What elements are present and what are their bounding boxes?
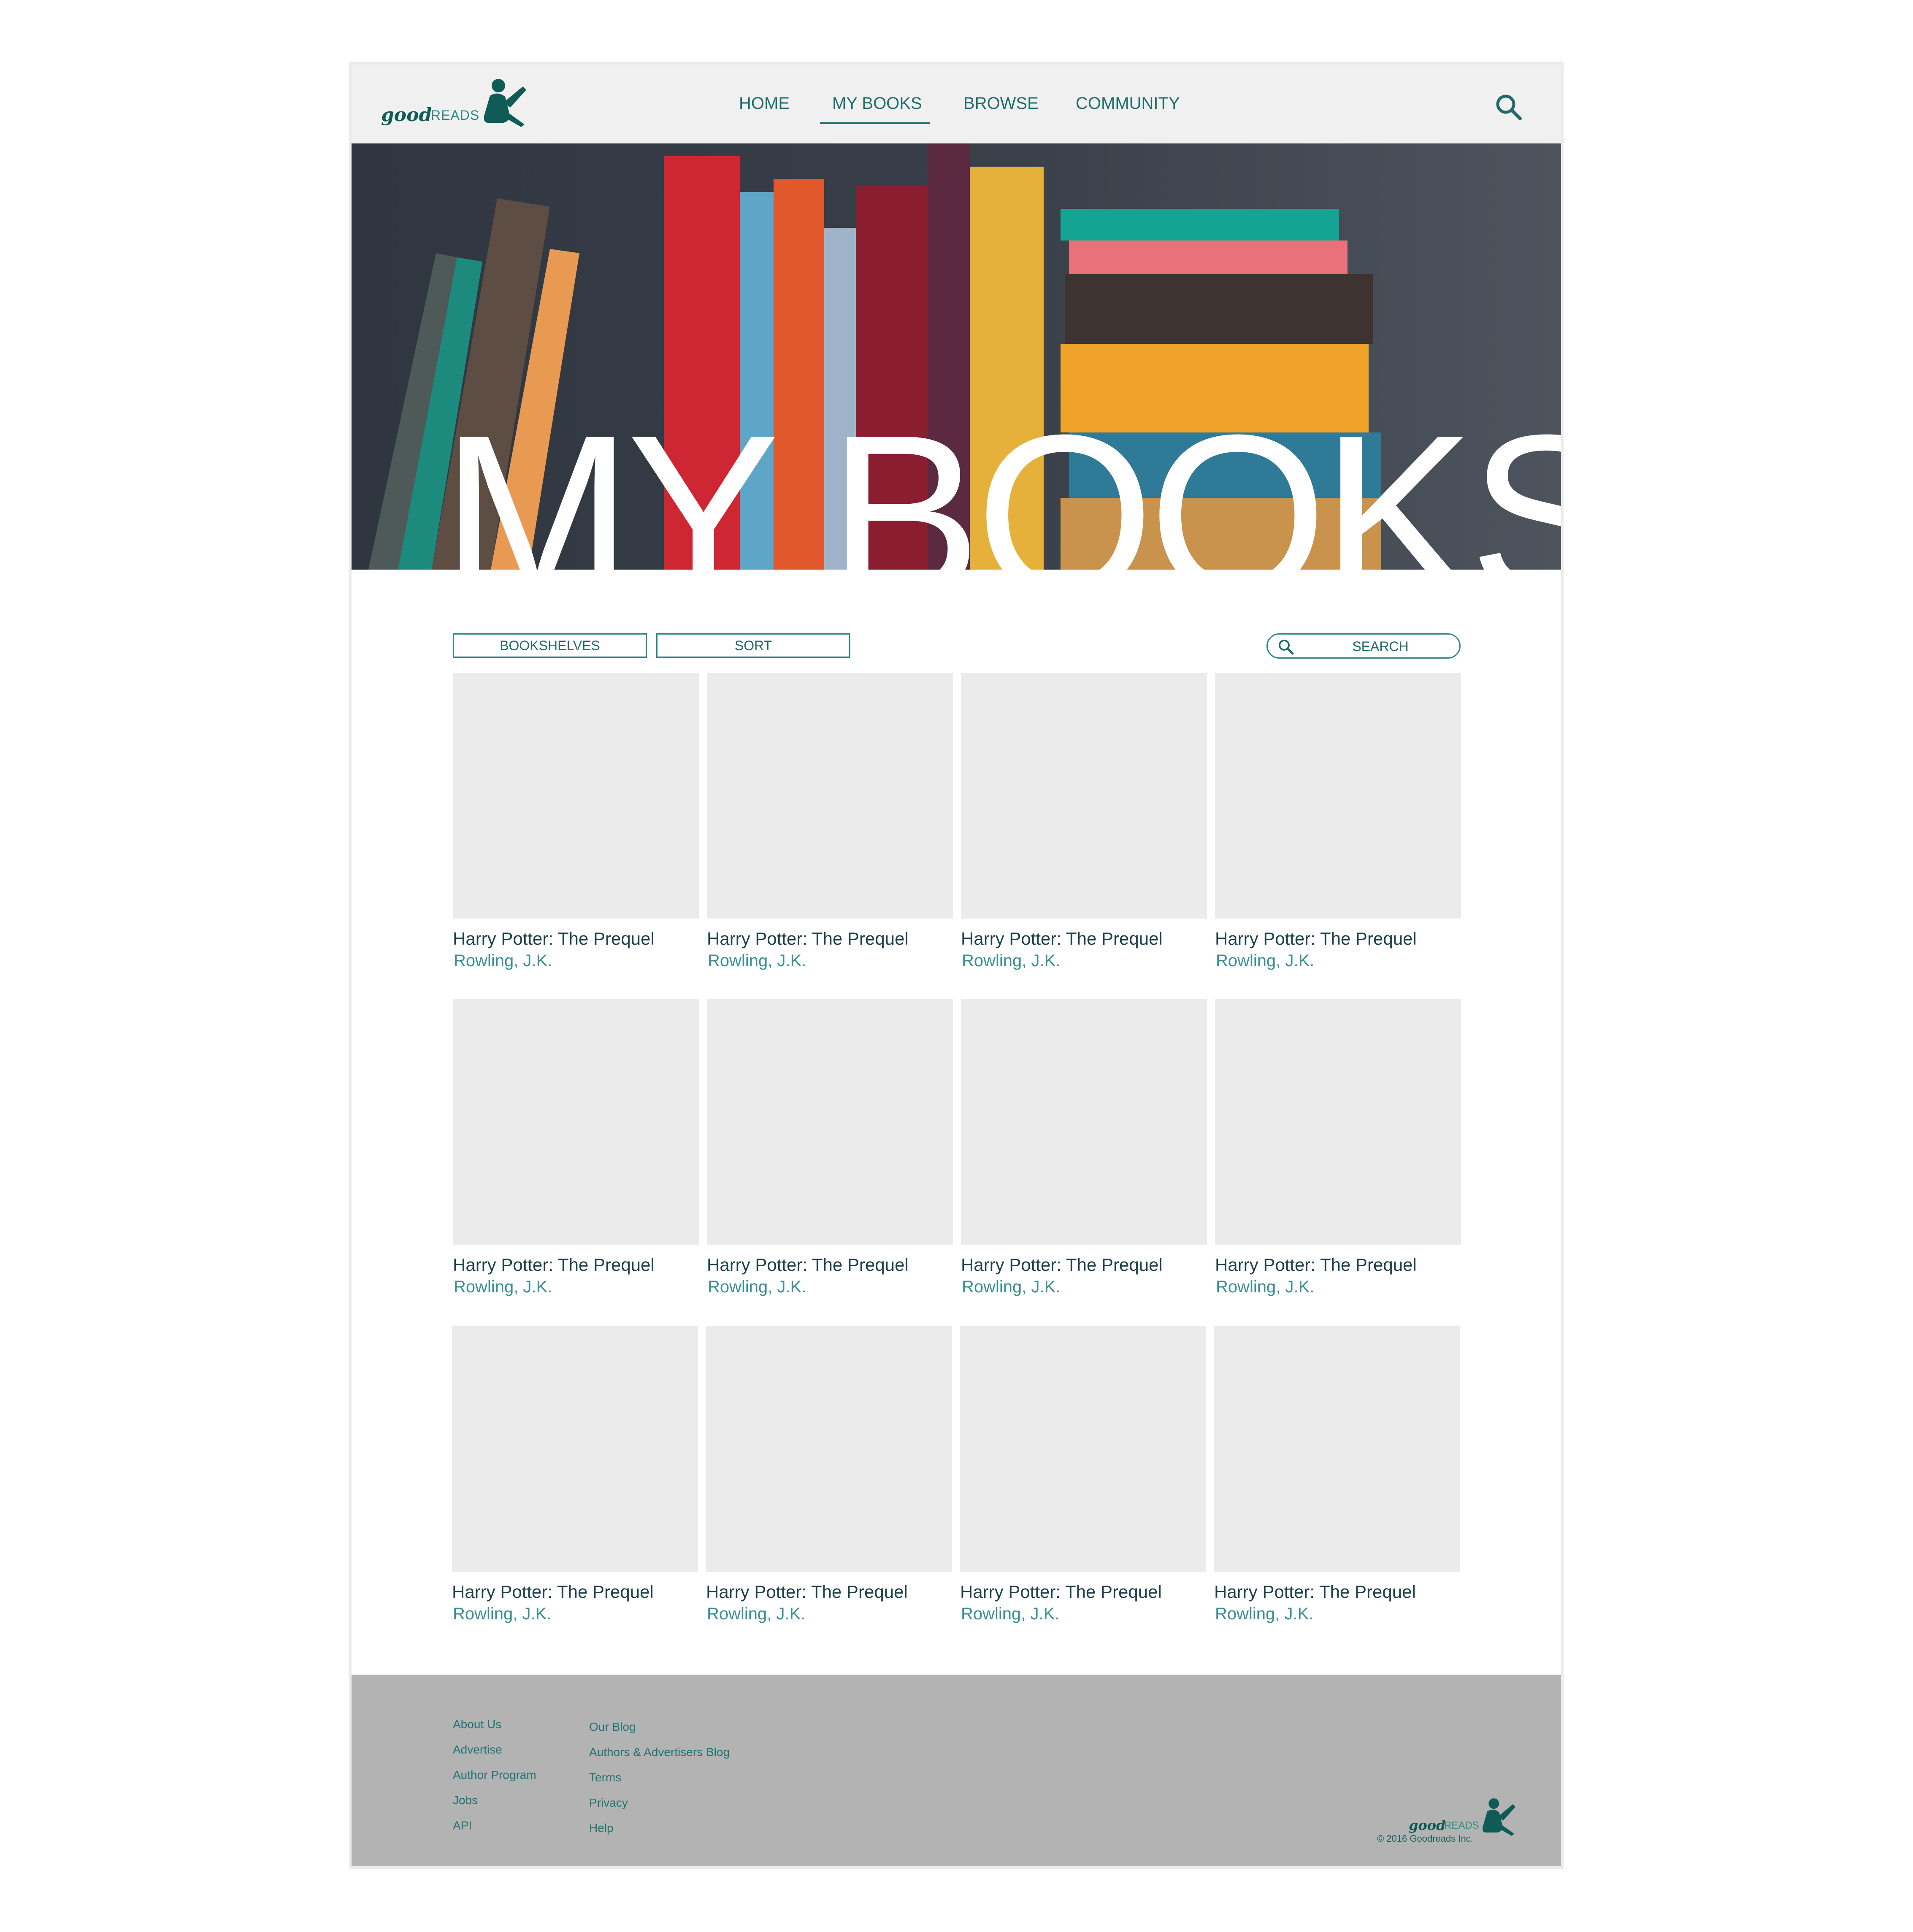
page-footer: About Us Advertise Author Program Jobs A… xyxy=(352,1675,1561,1866)
footer-link-author-program[interactable]: Author Program xyxy=(453,1768,536,1782)
books-search-input[interactable]: SEARCH xyxy=(1266,633,1461,659)
footer-link-about-us[interactable]: About Us xyxy=(453,1718,501,1731)
footer-link-authors-advertisers-blog[interactable]: Authors & Advertisers Blog xyxy=(589,1746,730,1759)
logo-wordmark-reads: READS xyxy=(1444,1820,1479,1831)
book-cover[interactable] xyxy=(961,673,1207,919)
book-author[interactable]: Rowling, J.K. xyxy=(708,951,806,970)
footer-link-help[interactable]: Help xyxy=(589,1821,614,1835)
book-cover[interactable] xyxy=(1214,1326,1460,1572)
reader-icon xyxy=(1482,1798,1516,1836)
book-author[interactable]: Rowling, J.K. xyxy=(1216,951,1314,970)
logo-wordmark-good: good xyxy=(381,104,432,126)
reader-icon xyxy=(484,79,526,127)
page-title: MY BOOKS xyxy=(441,387,1561,570)
footer-link-our-blog[interactable]: Our Blog xyxy=(589,1720,636,1734)
goodreads-logo[interactable]: good READS xyxy=(381,77,526,132)
search-icon[interactable] xyxy=(1494,92,1523,122)
hero-banner: MY BOOKS xyxy=(352,143,1561,570)
book-author[interactable]: Rowling, J.K. xyxy=(961,1605,1059,1624)
book-cover[interactable] xyxy=(1215,999,1461,1245)
book-cover[interactable] xyxy=(707,673,953,919)
book-cover[interactable] xyxy=(1215,673,1461,919)
footer-link-advertise[interactable]: Advertise xyxy=(453,1743,502,1756)
book-author[interactable]: Rowling, J.K. xyxy=(962,951,1060,970)
book-cover[interactable] xyxy=(961,999,1207,1245)
book-author[interactable]: Rowling, J.K. xyxy=(707,1605,805,1624)
book-author[interactable]: Rowling, J.K. xyxy=(962,1278,1060,1297)
book-title[interactable]: Harry Potter: The Prequel xyxy=(453,929,655,949)
book-title[interactable]: Harry Potter: The Prequel xyxy=(706,1582,908,1602)
logo-wordmark-good: good xyxy=(1409,1817,1446,1833)
book-title[interactable]: Harry Potter: The Prequel xyxy=(960,1582,1162,1602)
logo-wordmark-reads: READS xyxy=(431,108,480,123)
sort-button[interactable]: SORT xyxy=(656,633,850,658)
book-title[interactable]: Harry Potter: The Prequel xyxy=(1215,929,1417,949)
footer-link-terms[interactable]: Terms xyxy=(589,1771,621,1784)
book-author[interactable]: Rowling, J.K. xyxy=(1216,1278,1314,1297)
book-author[interactable]: Rowling, J.K. xyxy=(454,1278,552,1297)
book-author[interactable]: Rowling, J.K. xyxy=(454,951,552,970)
book-cover[interactable] xyxy=(960,1326,1206,1572)
nav-browse[interactable]: BROWSE xyxy=(963,94,1039,113)
book-title[interactable]: Harry Potter: The Prequel xyxy=(453,1255,655,1275)
page-frame: good READS HOME MY BOOKS BROWSE COMMUNIT… xyxy=(349,62,1564,1869)
footer-goodreads-logo[interactable]: good READS xyxy=(1409,1797,1523,1839)
book-cover[interactable] xyxy=(453,673,699,919)
book-title[interactable]: Harry Potter: The Prequel xyxy=(1214,1582,1416,1602)
book-cover[interactable] xyxy=(706,1326,952,1572)
top-navigation-bar: good READS HOME MY BOOKS BROWSE COMMUNIT… xyxy=(352,65,1561,143)
book-title[interactable]: Harry Potter: The Prequel xyxy=(452,1582,654,1602)
book-title[interactable]: Harry Potter: The Prequel xyxy=(961,929,1163,949)
nav-community[interactable]: COMMUNITY xyxy=(1076,94,1180,113)
book-cover[interactable] xyxy=(453,999,699,1245)
footer-link-privacy[interactable]: Privacy xyxy=(589,1796,628,1810)
book-title[interactable]: Harry Potter: The Prequel xyxy=(1215,1255,1417,1275)
book-author[interactable]: Rowling, J.K. xyxy=(453,1605,551,1624)
book-title[interactable]: Harry Potter: The Prequel xyxy=(961,1255,1163,1275)
book-cover[interactable] xyxy=(452,1326,698,1572)
bookshelves-button[interactable]: BOOKSHELVES xyxy=(453,633,647,658)
book-title[interactable]: Harry Potter: The Prequel xyxy=(707,929,909,949)
book-title[interactable]: Harry Potter: The Prequel xyxy=(707,1255,909,1275)
active-tab-underline xyxy=(820,122,930,124)
search-placeholder: SEARCH xyxy=(1352,639,1409,654)
footer-link-api[interactable]: API xyxy=(453,1819,472,1832)
book-author[interactable]: Rowling, J.K. xyxy=(1215,1605,1313,1624)
book-cover[interactable] xyxy=(707,999,953,1245)
footer-link-jobs[interactable]: Jobs xyxy=(453,1794,478,1807)
nav-my-books[interactable]: MY BOOKS xyxy=(832,94,922,113)
book-author[interactable]: Rowling, J.K. xyxy=(708,1278,806,1297)
nav-home[interactable]: HOME xyxy=(739,94,790,113)
